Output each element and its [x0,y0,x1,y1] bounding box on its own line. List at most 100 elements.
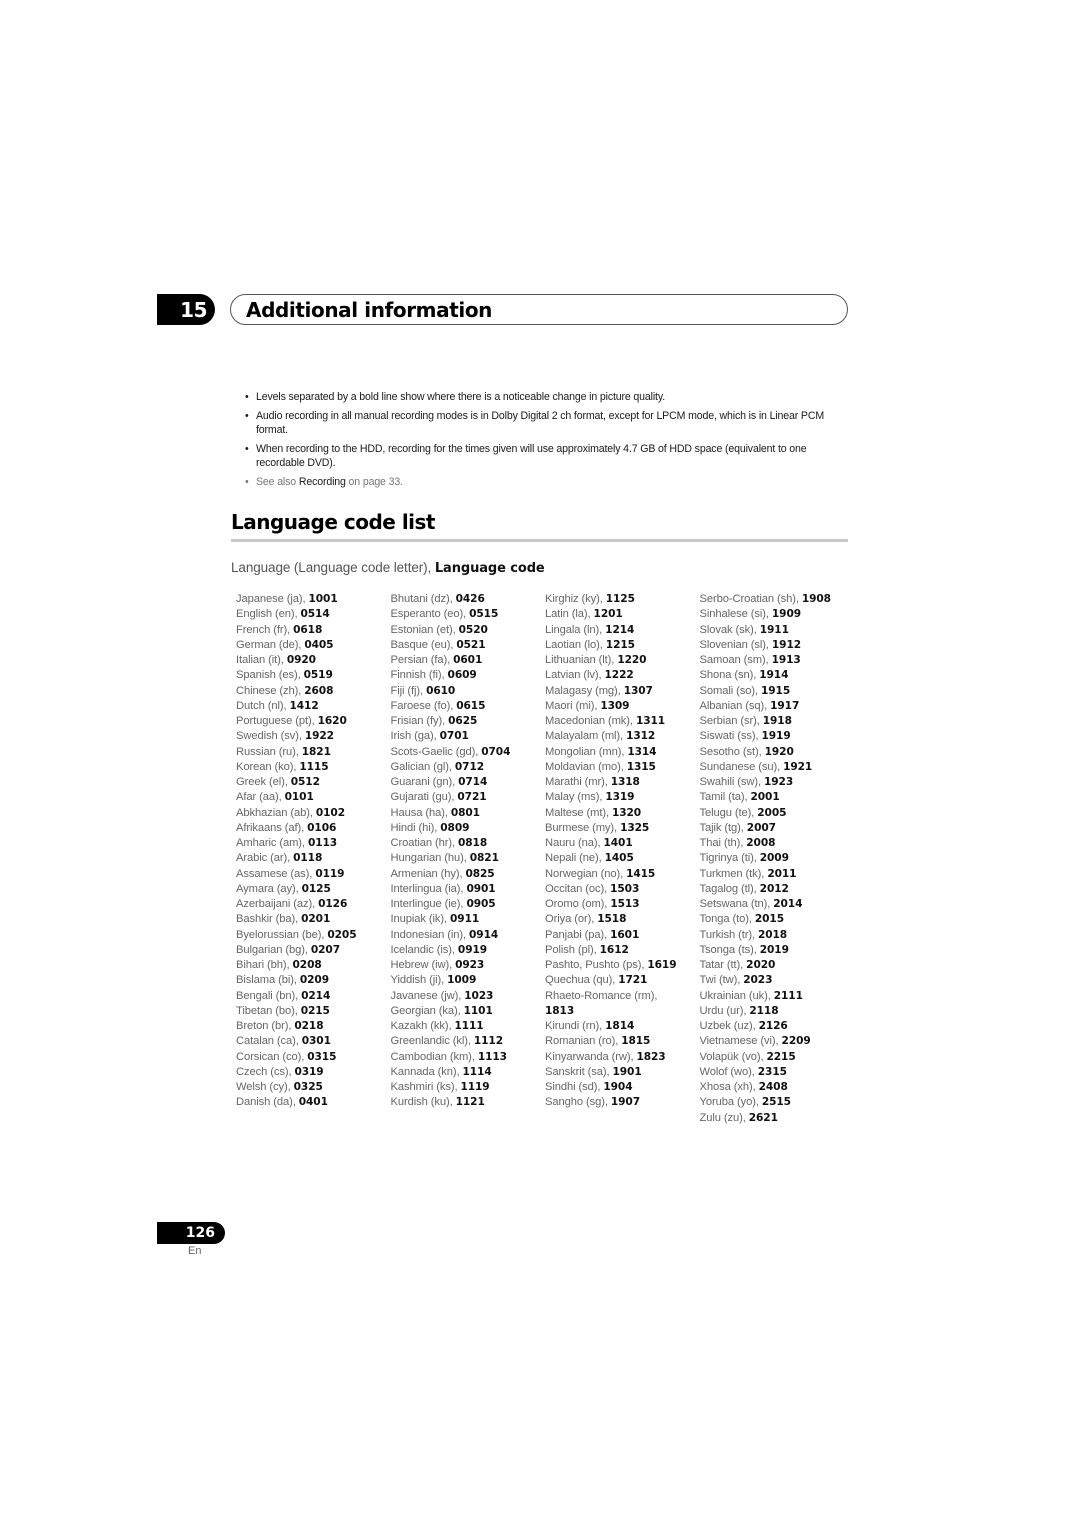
language-code: 0214 [301,989,331,1002]
language-entry: Laotian (lo), 1215 [545,638,700,653]
language-name: Corsican (co), [236,1050,308,1063]
language-name: Albanian (sq), [699,699,771,712]
language-entry: Turkish (tr), 2018 [700,928,855,943]
language-code: 0701 [439,730,469,743]
language-entry: Tibetan (bo), 0215 [236,1004,391,1019]
language-name: Greenlandic (kl), [390,1035,474,1048]
language-name: Catalan (ca), [236,1035,302,1048]
language-code: 1415 [626,867,656,880]
language-code: 2020 [746,959,776,971]
language-code: 1823 [636,1050,666,1063]
language-code: 0207 [310,943,340,956]
language-code: 0609 [447,669,477,682]
language-code: 2621 [748,1111,778,1124]
language-name: Laotian (lo), [545,638,606,651]
language-entry: Occitan (oc), 1503 [545,882,700,897]
language-name: Somali (so), [699,684,761,697]
language-entry: Xhosa (xh), 2408 [700,1080,855,1095]
language-entry: Sundanese (su), 1921 [700,760,855,775]
language-code: 2515 [761,1096,791,1109]
language-code: 0615 [456,699,486,712]
language-code: 0712 [454,760,484,773]
language-name: Sinhalese (si), [699,608,772,621]
language-code: 1412 [289,699,319,712]
language-name: Bhutani (dz), [390,593,456,605]
language-name: Turkish (tr), [699,928,758,941]
language-code: 1115 [299,760,329,773]
language-name: Nauru (na), [545,837,604,849]
language-code: 0519 [303,669,333,682]
language-entry: Maltese (mt), 1320 [545,806,700,821]
language-entry: Hausa (ha), 0801 [391,806,546,821]
language-name: Nepali (ne), [545,852,605,865]
language-code: 1111 [454,1020,484,1032]
language-name: Shona (sn), [699,669,760,682]
language-entry: Kannada (kn), 1114 [391,1065,546,1080]
language-entry: Inupiak (ik), 0911 [391,912,546,927]
language-name: Malagasy (mg), [545,684,624,697]
language-code: 1009 [447,974,477,987]
language-entry: Swedish (sv), 1922 [236,729,391,744]
language-entry: Kirundi (rn), 1814 [545,1019,700,1034]
language-entry: Urdu (ur), 2118 [700,1004,855,1019]
language-code: 1619 [647,959,677,971]
language-entry: Lithuanian (lt), 1220 [545,653,700,668]
language-name: Malayalam (ml), [545,730,627,743]
language-code: 0101 [284,791,314,804]
language-name: Samoan (sm), [699,654,772,666]
language-name: Norwegian (no), [545,867,627,880]
language-entry: Georgian (ka), 1101 [391,1004,546,1019]
language-name: Uzbek (uz), [699,1020,759,1032]
language-name: Lingala (ln), [545,623,606,636]
language-name: Amharic (am), [236,837,308,849]
language-entry: Tagalog (tl), 2012 [700,882,855,897]
language-entry: Tamil (ta), 2001 [700,790,855,805]
language-name: Tajik (tg), [699,821,747,834]
language-entry: Siswati (ss), 1919 [700,729,855,744]
language-entry: Armenian (hy), 0825 [391,867,546,882]
language-code: 0618 [293,623,323,636]
recording-link[interactable]: Recording [299,476,346,488]
language-code: 0119 [315,867,345,880]
language-entry: Indonesian (in), 0914 [391,928,546,943]
language-code: 2118 [749,1004,779,1017]
language-entry: Breton (br), 0218 [236,1019,391,1034]
language-entry: Faroese (fo), 0615 [391,699,546,714]
language-code: 1503 [610,882,640,895]
language-code: 0301 [301,1035,331,1048]
language-code: 1320 [611,806,642,819]
language-code: 2011 [767,867,797,880]
language-name: Esperanto (eo), [390,608,470,621]
language-name: Gujarati (gu), [390,791,458,804]
language-entry: Gujarati (gu), 0721 [391,790,546,805]
language-code: 2008 [746,837,776,849]
language-code: 0512 [290,776,320,788]
language-name: Korean (ko), [236,760,300,773]
language-name: Kirundi (rn), [545,1020,606,1032]
language-code: 1215 [605,638,635,651]
language-entry: German (de), 0405 [236,638,391,653]
language-entry: Telugu (te), 2005 [700,806,855,821]
language-code: 1401 [603,837,633,849]
page-number: 126 [185,1225,215,1241]
language-entry: Greek (el), 0512 [236,775,391,790]
language-entry: Oromo (om), 1513 [545,897,700,912]
language-entry: Tsonga (ts), 2019 [700,943,855,958]
language-entry: Ukrainian (uk), 2111 [700,989,855,1004]
language-name: Interlingua (ia), [390,882,467,895]
language-name: Azerbaijani (az), [236,898,319,910]
language-name: Afrikaans (af), [236,821,308,834]
language-entry: Amharic (am), 0113 [236,836,391,851]
language-code: 1114 [462,1065,492,1078]
page-number-badge: 126 [157,1222,225,1244]
language-name: Abkhazian (ab), [236,806,316,819]
language-name: Macedonian (mk), [545,715,636,727]
language-entry: Portuguese (pt), 1620 [236,714,391,729]
language-name: Armenian (hy), [390,867,466,880]
language-entry: Setswana (tn), 2014 [700,897,855,912]
language-entry: Esperanto (eo), 0515 [391,607,546,622]
language-name: Scots-Gaelic (gd), [390,745,482,758]
language-entry: Irish (ga), 0701 [391,729,546,744]
language-name: Estonian (et), [390,623,459,636]
language-code: 1518 [597,913,627,926]
